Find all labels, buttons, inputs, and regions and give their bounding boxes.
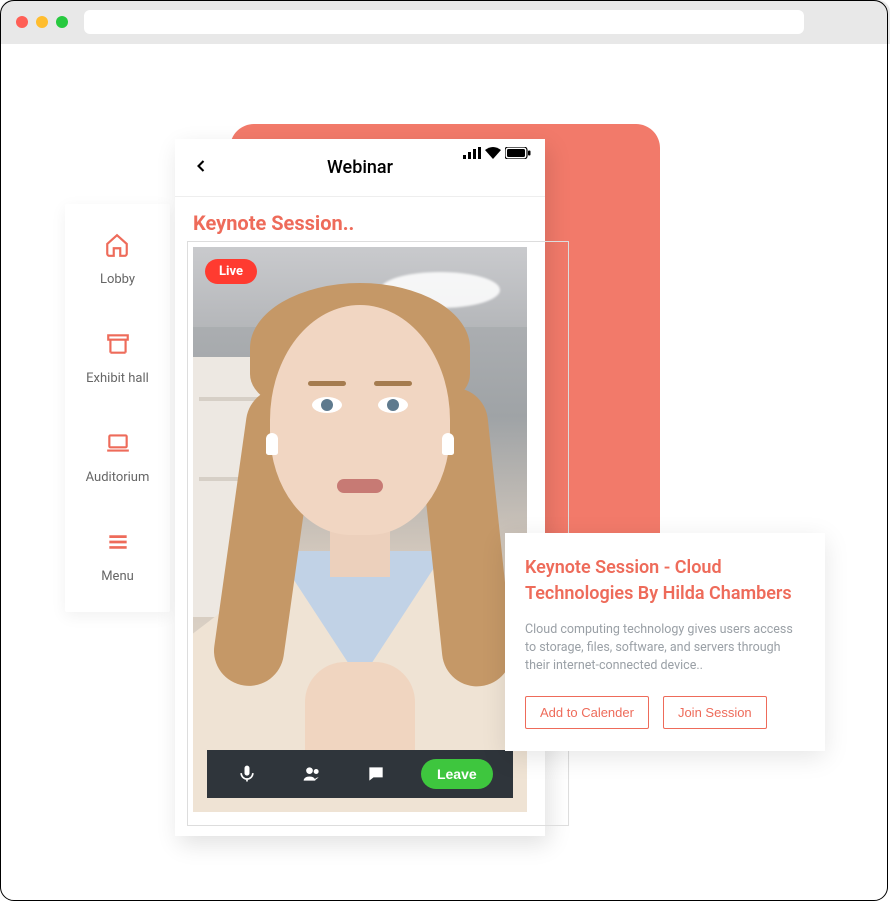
chat-icon (366, 764, 386, 784)
add-to-calendar-button[interactable]: Add to Calender (525, 696, 649, 729)
sidebar-item-menu[interactable]: Menu (101, 529, 134, 584)
sidebar-item-label: Lobby (100, 272, 135, 287)
speaker-video[interactable]: Live Leave (193, 247, 527, 812)
browser-chrome (0, 0, 890, 44)
participants-button[interactable] (292, 754, 332, 794)
chat-button[interactable] (356, 754, 396, 794)
minimize-window-icon[interactable] (36, 16, 48, 28)
viewport: Lobby Exhibit hall Auditorium Menu (0, 44, 890, 903)
wifi-icon (485, 147, 501, 159)
mic-icon (237, 764, 257, 784)
session-detail-title: Keynote Session - Cloud Technologies By … (525, 555, 805, 607)
session-detail-actions: Add to Calender Join Session (525, 696, 805, 729)
menu-icon (105, 529, 131, 559)
video-frame: Live Leave (193, 247, 527, 812)
session-detail-card: Keynote Session - Cloud Technologies By … (505, 533, 825, 751)
sidebar-item-label: Menu (101, 569, 134, 584)
sidebar-item-exhibit-hall[interactable]: Exhibit hall (86, 331, 149, 386)
home-icon (104, 232, 130, 262)
sidebar: Lobby Exhibit hall Auditorium Menu (65, 204, 170, 612)
window-traffic-lights (16, 16, 68, 28)
close-window-icon[interactable] (16, 16, 28, 28)
battery-icon (505, 147, 531, 159)
back-button[interactable] (191, 156, 211, 180)
maximize-window-icon[interactable] (56, 16, 68, 28)
sidebar-item-lobby[interactable]: Lobby (100, 232, 135, 287)
address-bar[interactable] (84, 10, 804, 34)
phone-header: Webinar (175, 139, 545, 197)
signal-icon (463, 147, 481, 159)
session-heading: Keynote Session.. (175, 197, 545, 247)
laptop-icon (105, 430, 131, 460)
page-title: Webinar (327, 157, 393, 178)
people-icon (302, 764, 322, 784)
sidebar-item-label: Exhibit hall (86, 371, 149, 386)
mic-button[interactable] (227, 754, 267, 794)
phone-status-icons (463, 147, 531, 159)
booth-icon (105, 331, 131, 361)
sidebar-item-auditorium[interactable]: Auditorium (86, 430, 150, 485)
live-badge: Live (205, 259, 257, 284)
chevron-left-icon (191, 156, 211, 176)
join-session-button[interactable]: Join Session (663, 696, 767, 729)
session-detail-description: Cloud computing technology gives users a… (525, 621, 805, 675)
leave-button[interactable]: Leave (421, 759, 493, 789)
phone-mockup: Webinar Keynote Session.. (175, 139, 545, 836)
sidebar-item-label: Auditorium (86, 470, 150, 485)
video-control-bar: Leave (207, 750, 513, 798)
